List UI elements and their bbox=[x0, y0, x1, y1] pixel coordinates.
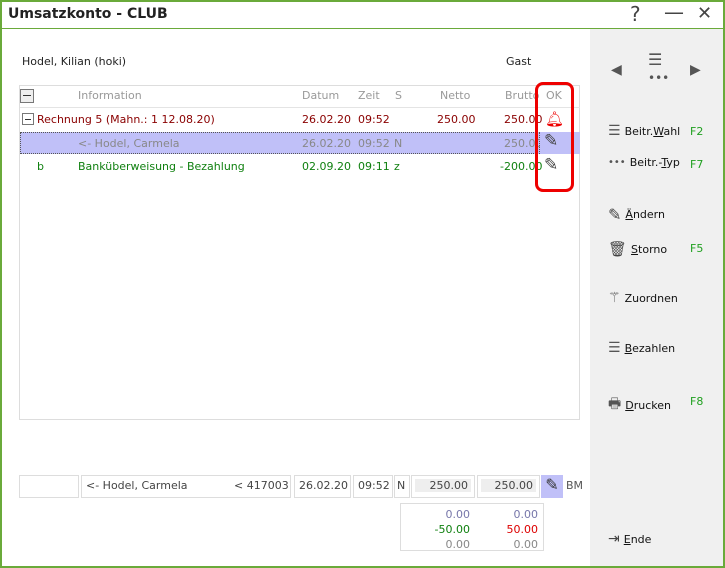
row-datum: 02.09.20 bbox=[302, 160, 351, 173]
detail-ref: < 41700310 bbox=[234, 479, 290, 492]
summary-value: -50.00 bbox=[434, 523, 470, 536]
label: Beitr.-Typ bbox=[629, 156, 680, 169]
highlight-annotation bbox=[535, 82, 574, 192]
label: Beitr.Wahl bbox=[624, 124, 681, 138]
row-netto: 250.00 bbox=[437, 113, 476, 126]
detail-zeit-field[interactable]: 09:52 bbox=[353, 475, 393, 498]
detail-netto-field[interactable]: 250.00 bbox=[411, 475, 475, 498]
summary-value: 50.00 bbox=[506, 523, 539, 536]
detail-datum-field[interactable]: 26.02.20 bbox=[294, 475, 351, 498]
label: Storno bbox=[631, 242, 668, 256]
menu-icon[interactable]: ☰ bbox=[648, 50, 662, 69]
row-info: Banküberweisung - Bezahlung bbox=[78, 160, 245, 173]
table-row[interactable]: Rechnung 5 (Mahn.: 1 12.08.20) 26.02.20 … bbox=[20, 109, 543, 131]
table-row[interactable]: b Banküberweisung - Bezahlung 02.09.20 0… bbox=[20, 156, 542, 178]
beitr-wahl-button[interactable]: ☰ Beitr.Wahl bbox=[608, 123, 680, 139]
storno-button[interactable]: 🗑︎ Storno bbox=[608, 240, 667, 258]
member-status: Gast bbox=[506, 55, 532, 68]
bezahlen-button[interactable]: ☰ Bezahlen bbox=[608, 340, 675, 356]
detail-code: BM bbox=[566, 479, 584, 492]
summary-value: 0.00 bbox=[445, 538, 471, 551]
table-row-selected[interactable]: <- Hodel, Carmela 26.02.20 09:52 N 250.0… bbox=[20, 132, 543, 154]
row-datum: 26.02.20 bbox=[302, 137, 351, 150]
beitr-typ-button[interactable]: ••• Beitr.-Typ bbox=[608, 156, 680, 169]
prev-arrow-icon[interactable]: ◀ bbox=[611, 62, 622, 78]
row-zeit: 09:52 bbox=[358, 137, 390, 150]
row-info: <- Hodel, Carmela bbox=[78, 137, 180, 150]
col-zeit[interactable]: Zeit bbox=[358, 89, 380, 102]
row-s: z bbox=[394, 160, 400, 173]
shortcut-f7: F7 bbox=[690, 158, 704, 171]
next-arrow-icon[interactable]: ▶ bbox=[690, 62, 701, 78]
label: Bezahlen bbox=[624, 341, 676, 355]
detail-name-field[interactable]: <- Hodel, Carmela < 41700310 bbox=[81, 475, 291, 498]
row-datum: 26.02.20 bbox=[302, 113, 351, 126]
exit-icon: ⇥ bbox=[608, 531, 620, 547]
list-icon: ☰ bbox=[608, 123, 621, 139]
summary-value: 0.00 bbox=[513, 538, 539, 551]
col-netto[interactable]: Netto bbox=[440, 89, 470, 102]
label: Ändern bbox=[625, 208, 665, 221]
shortcut-f8: F8 bbox=[690, 395, 704, 408]
summary-value: 0.00 bbox=[445, 508, 471, 521]
label: Ende bbox=[623, 532, 652, 546]
ende-button[interactable]: ⇥ Ende bbox=[608, 531, 651, 547]
summary-value: 0.00 bbox=[513, 508, 539, 521]
pencil-icon: ✎ bbox=[608, 205, 622, 224]
col-information[interactable]: Information bbox=[78, 89, 142, 102]
row-prefix: b bbox=[37, 160, 44, 173]
detail-brutto-field[interactable]: 250.00 bbox=[477, 475, 540, 498]
aendern-button[interactable]: ✎ Ändern bbox=[608, 205, 665, 224]
member-name: Hodel, Kilian (hoki) bbox=[22, 55, 127, 68]
shortcut-f2: F2 bbox=[690, 125, 704, 138]
detail-s-field[interactable]: N bbox=[394, 475, 410, 498]
label: Zuordnen bbox=[624, 291, 678, 305]
detail-prefix-field[interactable] bbox=[19, 475, 79, 498]
label: Drucken bbox=[625, 398, 671, 412]
coins-icon: ☰ bbox=[608, 340, 621, 356]
more-icon[interactable]: ••• bbox=[648, 71, 669, 85]
printer-icon: 🖶︎ bbox=[608, 396, 622, 412]
row-zeit: 09:52 bbox=[358, 113, 390, 126]
col-datum[interactable]: Datum bbox=[302, 89, 339, 102]
row-zeit: 09:11 bbox=[358, 160, 390, 173]
magic-wand-icon: ⚚ bbox=[608, 290, 621, 306]
detail-netto: 250.00 bbox=[415, 479, 471, 492]
shortcut-f5: F5 bbox=[690, 242, 704, 255]
row-info: Rechnung 5 (Mahn.: 1 12.08.20) bbox=[37, 113, 215, 126]
dots-icon: ••• bbox=[608, 157, 626, 168]
zuordnen-button[interactable]: ⚚ Zuordnen bbox=[608, 290, 678, 306]
trash-icon: 🗑︎ bbox=[608, 240, 628, 258]
col-s[interactable]: S bbox=[395, 89, 402, 102]
collapse-icon[interactable] bbox=[22, 113, 34, 125]
detail-name: <- Hodel, Carmela bbox=[86, 479, 188, 492]
collapse-all-icon[interactable] bbox=[20, 89, 34, 103]
detail-pencil-icon[interactable]: ✎ bbox=[541, 475, 563, 498]
drucken-button[interactable]: 🖶︎ Drucken bbox=[608, 393, 671, 417]
row-s: N bbox=[394, 137, 403, 150]
detail-brutto: 250.00 bbox=[481, 479, 536, 492]
header-divider bbox=[20, 107, 580, 108]
